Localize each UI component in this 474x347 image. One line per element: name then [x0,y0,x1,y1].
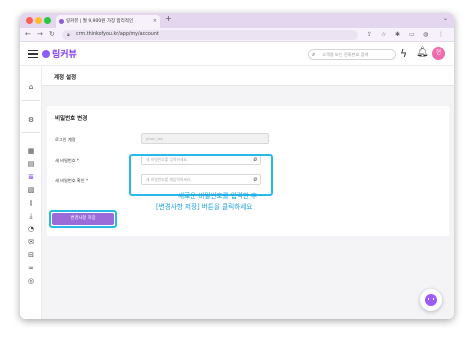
sidebar-divider [22,132,40,133]
address-bar-row: ← → ↻ 🔒︎ crm.thinkofyou.kr/app/my/accoun… [20,28,454,42]
new-tab-button[interactable]: + [165,14,172,23]
app-header: 링커뷰 ⌕ 고객명 또는 전화번호 검색 ϟ 🔔︎ 현 [20,42,454,66]
home-icon[interactable]: ⌂ [26,83,36,91]
page-title-bar: 계정 설정 [42,66,454,86]
database-icon[interactable]: ≣ [26,173,36,181]
login-id-field: phon_ibk [141,133,269,144]
forward-icon[interactable]: → [37,30,43,38]
avatar[interactable]: 현 [432,47,445,60]
login-id-label: 로그인 계정 [55,137,76,142]
url-field[interactable]: 🔒︎ crm.thinkofyou.kr/app/my/account [62,30,358,40]
link-icon[interactable]: ∞ [26,264,36,272]
chevron-down-icon[interactable]: ⌄ [443,15,448,22]
tab-title: 링커뷰 | 월 9,900원 가장 합리적인 [66,19,134,24]
url-text: crm.thinkofyou.kr/app/my/account [76,32,159,37]
profile-icon[interactable]: ◍ [423,31,428,38]
favicon-icon [59,19,64,24]
bookmark-star-icon[interactable]: ☆ [381,31,386,38]
logo-mark-icon [42,50,50,58]
confirm-password-label: 새 비밀번호 확인 * [55,178,89,183]
maximize-window-button[interactable] [44,17,51,24]
bell-icon[interactable]: 🔔︎ [416,47,429,58]
pie-chart-icon[interactable]: ◔ [26,225,36,233]
mail-icon[interactable]: ✉ [26,238,36,246]
search-input[interactable]: ⌕ 고객명 또는 전화번호 검색 [308,49,396,60]
chatbot-eyes [428,298,434,300]
document-icon[interactable]: ▤ [26,160,36,168]
report-icon[interactable]: ▧ [26,186,36,194]
close-window-button[interactable] [26,17,33,24]
calendar-icon[interactable]: ▦ [26,147,36,155]
sidebar-panel-icon[interactable]: ▭ [409,31,415,38]
chat-bot-button[interactable] [420,289,442,311]
target-icon[interactable]: ◎ [26,277,36,285]
share-icon[interactable]: ⇪ [367,31,372,38]
chatbot-ghost-icon [425,294,437,306]
search-placeholder: 고객명 또는 전화번호 검색 [322,52,369,57]
browser-tab-bar: 링커뷰 | 월 9,900원 가장 합리적인 × + ⌄ [20,13,454,28]
extensions-icon[interactable]: ✱ [395,31,400,38]
app-logo[interactable]: 링커뷰 [42,47,77,60]
back-icon[interactable]: ← [25,30,31,38]
page-title: 계정 설정 [54,75,77,81]
settings-gear-icon[interactable]: ⚙ [26,116,36,124]
menu-icon[interactable] [28,50,38,59]
save-button-highlight [49,210,117,228]
browser-menu-icon[interactable]: ⋮ [438,31,444,38]
instruction-callout-line1: 새로운 비밀번호를 입력한 후 [178,192,258,200]
archive-icon[interactable]: ⊟ [26,251,36,259]
download-icon[interactable]: ⤓ [26,212,36,221]
sidebar: ⌂ ⚙ ▦ ▤ ≣ ▧ ⫾ ⤓ ◔ ✉ ⊟ ∞ ◎ [20,66,42,319]
lightning-icon[interactable]: ϟ [400,47,407,60]
logo-text: 링커뷰 [52,50,77,60]
sidebar-divider [22,100,40,101]
browser-window: 링커뷰 | 월 9,900원 가장 합리적인 × + ⌄ ← → ↻ 🔒︎ cr… [20,13,454,319]
minimize-window-button[interactable] [35,17,42,24]
section-title: 비밀번호 변경 [55,116,88,122]
chart-bar-icon[interactable]: ⫾ [26,199,36,208]
new-password-label: 새 비밀번호 * [55,158,80,163]
tab-close-icon[interactable]: × [153,15,157,28]
browser-tab[interactable]: 링커뷰 | 월 9,900원 가장 합리적인 × [56,15,160,28]
lock-icon: 🔒︎ [67,32,70,38]
reload-icon[interactable]: ↻ [49,30,55,38]
instruction-callout-line2: [변경사항 저장] 버튼을 클릭하세요 [156,203,253,211]
search-icon: ⌕ [312,51,316,58]
